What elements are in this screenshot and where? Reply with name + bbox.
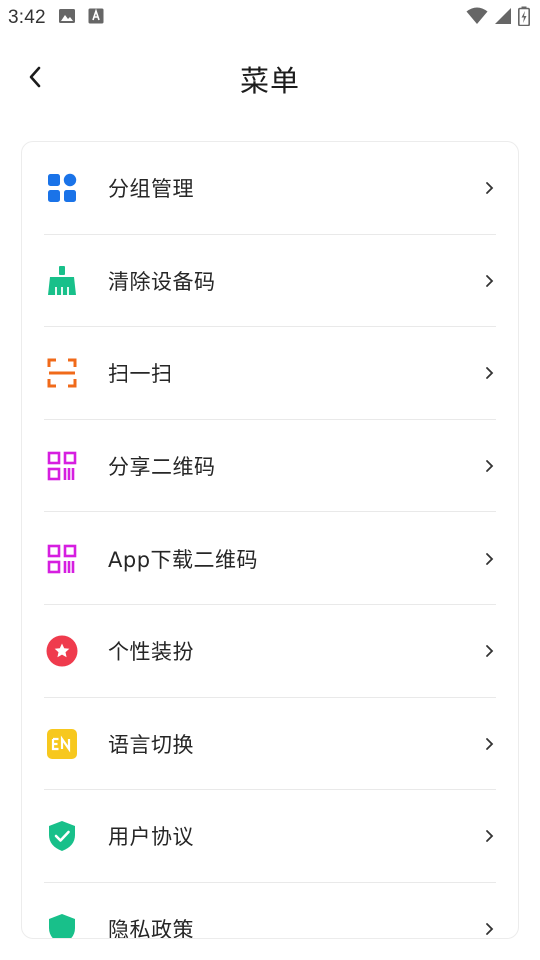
chevron-right-icon <box>482 644 496 658</box>
menu-item-label: 个性装扮 <box>108 640 194 665</box>
page-title: 菜单 <box>239 64 300 98</box>
chevron-right-icon <box>482 366 496 380</box>
battery-charging-icon <box>518 6 530 30</box>
header: 菜单 <box>0 44 540 114</box>
back-button[interactable] <box>18 61 54 97</box>
cellular-signal-icon <box>494 7 512 29</box>
status-left: 3:42 <box>8 7 104 29</box>
menu-item-label: 隐私政策 <box>108 918 194 939</box>
font-notification-icon <box>88 7 104 29</box>
menu-item-language-switch[interactable]: 语言切换 <box>22 698 518 791</box>
chevron-right-icon <box>482 459 496 473</box>
status-right <box>466 6 530 30</box>
qrcode-icon <box>46 450 78 482</box>
chevron-right-icon <box>482 274 496 288</box>
menu-item-label: 分组管理 <box>108 177 194 202</box>
menu-item-privacy-policy[interactable]: 隐私政策 <box>22 883 518 939</box>
menu-item-scan[interactable]: 扫一扫 <box>22 327 518 420</box>
star-badge-icon <box>46 635 78 667</box>
chevron-right-icon <box>482 829 496 843</box>
wifi-icon <box>466 7 488 29</box>
menu-item-app-download-qrcode[interactable]: App下载二维码 <box>22 512 518 605</box>
language-en-icon <box>46 728 78 760</box>
menu-item-personal-theme[interactable]: 个性装扮 <box>22 605 518 698</box>
status-time: 3:42 <box>8 7 46 28</box>
menu-item-group-management[interactable]: 分组管理 <box>22 142 518 235</box>
menu-item-label: 扫一扫 <box>108 362 173 387</box>
scan-icon <box>46 357 78 389</box>
menu-item-clear-device-code[interactable]: 清除设备码 <box>22 235 518 328</box>
menu-item-share-qrcode[interactable]: 分享二维码 <box>22 420 518 513</box>
shield-check-icon <box>46 820 78 852</box>
menu-item-label: 清除设备码 <box>108 269 216 294</box>
broom-icon <box>46 265 78 297</box>
menu-item-label: App下载二维码 <box>108 547 259 572</box>
image-notification-icon <box>58 7 76 29</box>
shield-icon <box>46 913 78 938</box>
menu-card: 分组管理 清除设备码 扫一扫 分享二维码 App下载二维码 个性装扮 语言切换 … <box>21 141 519 939</box>
chevron-right-icon <box>482 922 496 936</box>
chevron-right-icon <box>482 181 496 195</box>
menu-item-label: 用户协议 <box>108 825 194 850</box>
grid-icon <box>46 172 78 204</box>
menu-item-label: 语言切换 <box>108 732 194 757</box>
chevron-right-icon <box>482 737 496 751</box>
chevron-left-icon <box>26 65 46 93</box>
menu-list: 分组管理 清除设备码 扫一扫 分享二维码 App下载二维码 个性装扮 语言切换 … <box>22 142 518 939</box>
status-bar: 3:42 <box>0 0 540 36</box>
qrcode-icon <box>46 543 78 575</box>
menu-item-user-agreement[interactable]: 用户协议 <box>22 790 518 883</box>
chevron-right-icon <box>482 552 496 566</box>
menu-item-label: 分享二维码 <box>108 455 216 480</box>
